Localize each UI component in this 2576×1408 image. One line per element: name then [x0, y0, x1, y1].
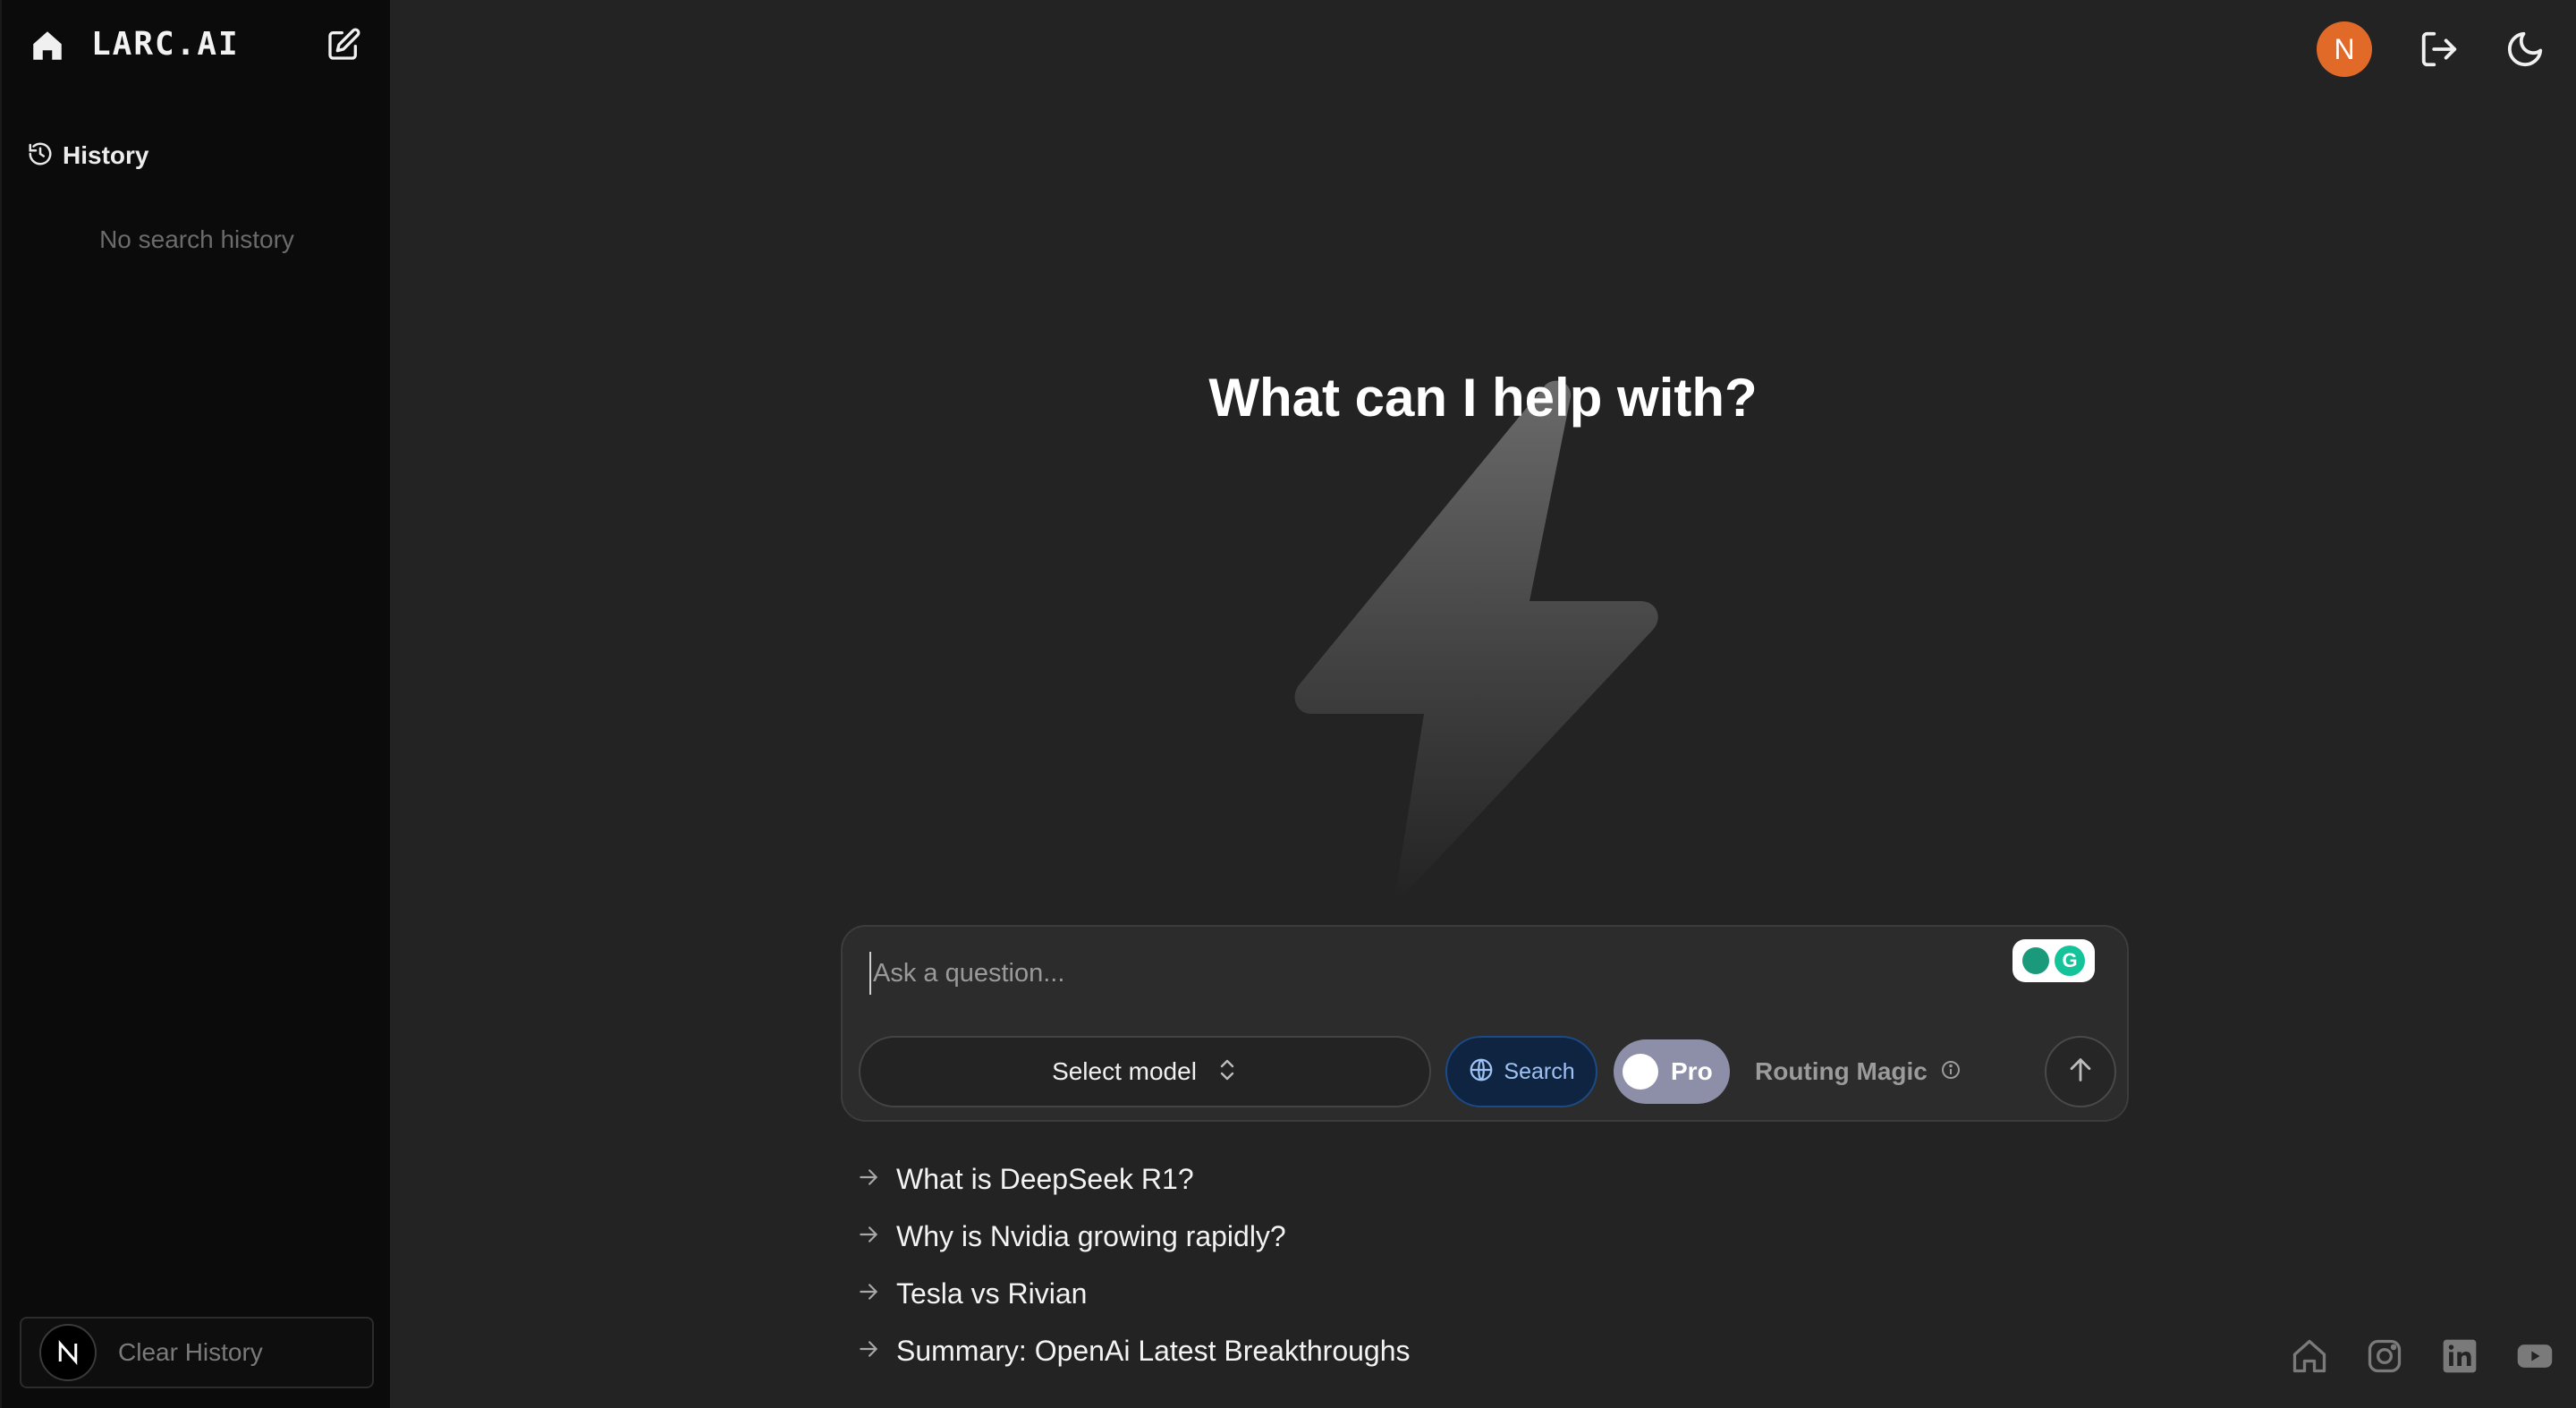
arrow-up-icon: [2065, 1055, 2096, 1090]
suggestion-label: Tesla vs Rivian: [896, 1277, 1088, 1310]
instagram-icon[interactable]: [2365, 1336, 2404, 1376]
home-icon[interactable]: [29, 27, 66, 64]
user-avatar[interactable]: N: [2317, 21, 2372, 77]
youtube-icon[interactable]: [2515, 1336, 2555, 1376]
app-window: LARC.AI History No search history Clear …: [0, 0, 2576, 1408]
linkedin-icon[interactable]: [2440, 1336, 2479, 1376]
arrow-right-icon: [857, 1223, 880, 1251]
history-label: History: [63, 141, 149, 169]
arrow-right-icon: [857, 1337, 880, 1365]
clear-history-label: Clear History: [118, 1338, 263, 1366]
footer-social-links: [2290, 1336, 2555, 1376]
globe-icon: [1468, 1056, 1495, 1088]
clear-history-button[interactable]: Clear History: [20, 1317, 374, 1388]
grammarly-icon: G: [2055, 946, 2085, 976]
lightning-bolt-icon: [1294, 380, 1658, 895]
routing-magic-label: Routing Magic: [1755, 1057, 1928, 1085]
arrow-right-icon: [857, 1280, 880, 1308]
pro-label: Pro: [1671, 1057, 1713, 1085]
user-badge: [39, 1324, 97, 1381]
history-header[interactable]: History: [27, 140, 148, 172]
app-logo[interactable]: LARC.AI: [91, 23, 240, 66]
page-title: What can I help with?: [1208, 368, 1758, 428]
model-select[interactable]: Select model: [859, 1036, 1431, 1107]
pro-toggle[interactable]: Pro: [1614, 1039, 1730, 1104]
question-input[interactable]: [869, 952, 1943, 995]
suggestion-item[interactable]: Tesla vs Rivian: [857, 1265, 1411, 1322]
history-icon: [27, 140, 54, 172]
suggestion-label: Summary: OpenAi Latest Breakthroughs: [896, 1334, 1411, 1367]
info-icon[interactable]: [1940, 1059, 1962, 1085]
moon-icon[interactable]: [2504, 29, 2546, 70]
chevron-up-down-icon: [1216, 1056, 1238, 1088]
composer: G Select model Search Pro Routing Magic: [841, 925, 2129, 1122]
sidebar: LARC.AI History No search history Clear …: [0, 0, 390, 1408]
suggestion-item[interactable]: Summary: OpenAi Latest Breakthroughs: [857, 1322, 1411, 1379]
send-button[interactable]: [2045, 1036, 2116, 1107]
suggestion-item[interactable]: What is DeepSeek R1?: [857, 1150, 1411, 1208]
suggestion-label: Why is Nvidia growing rapidly?: [896, 1219, 1286, 1252]
model-select-label: Select model: [1052, 1057, 1197, 1085]
new-chat-edit-icon[interactable]: [326, 27, 361, 63]
routing-magic[interactable]: Routing Magic: [1755, 1052, 1962, 1091]
suggestion-list: What is DeepSeek R1? Why is Nvidia growi…: [857, 1150, 1411, 1379]
search-label: Search: [1504, 1058, 1575, 1084]
logout-icon[interactable]: [2419, 29, 2460, 70]
suggestion-item[interactable]: Why is Nvidia growing rapidly?: [857, 1208, 1411, 1265]
suggestion-label: What is DeepSeek R1?: [896, 1162, 1194, 1195]
lightbulb-icon: [2022, 947, 2049, 974]
home-icon[interactable]: [2290, 1336, 2329, 1376]
toggle-knob: [1623, 1054, 1658, 1090]
arrow-right-icon: [857, 1166, 880, 1193]
empty-history-text: No search history: [99, 225, 294, 253]
search-toggle-button[interactable]: Search: [1445, 1036, 1597, 1107]
grammarly-widget[interactable]: G: [2012, 939, 2095, 982]
